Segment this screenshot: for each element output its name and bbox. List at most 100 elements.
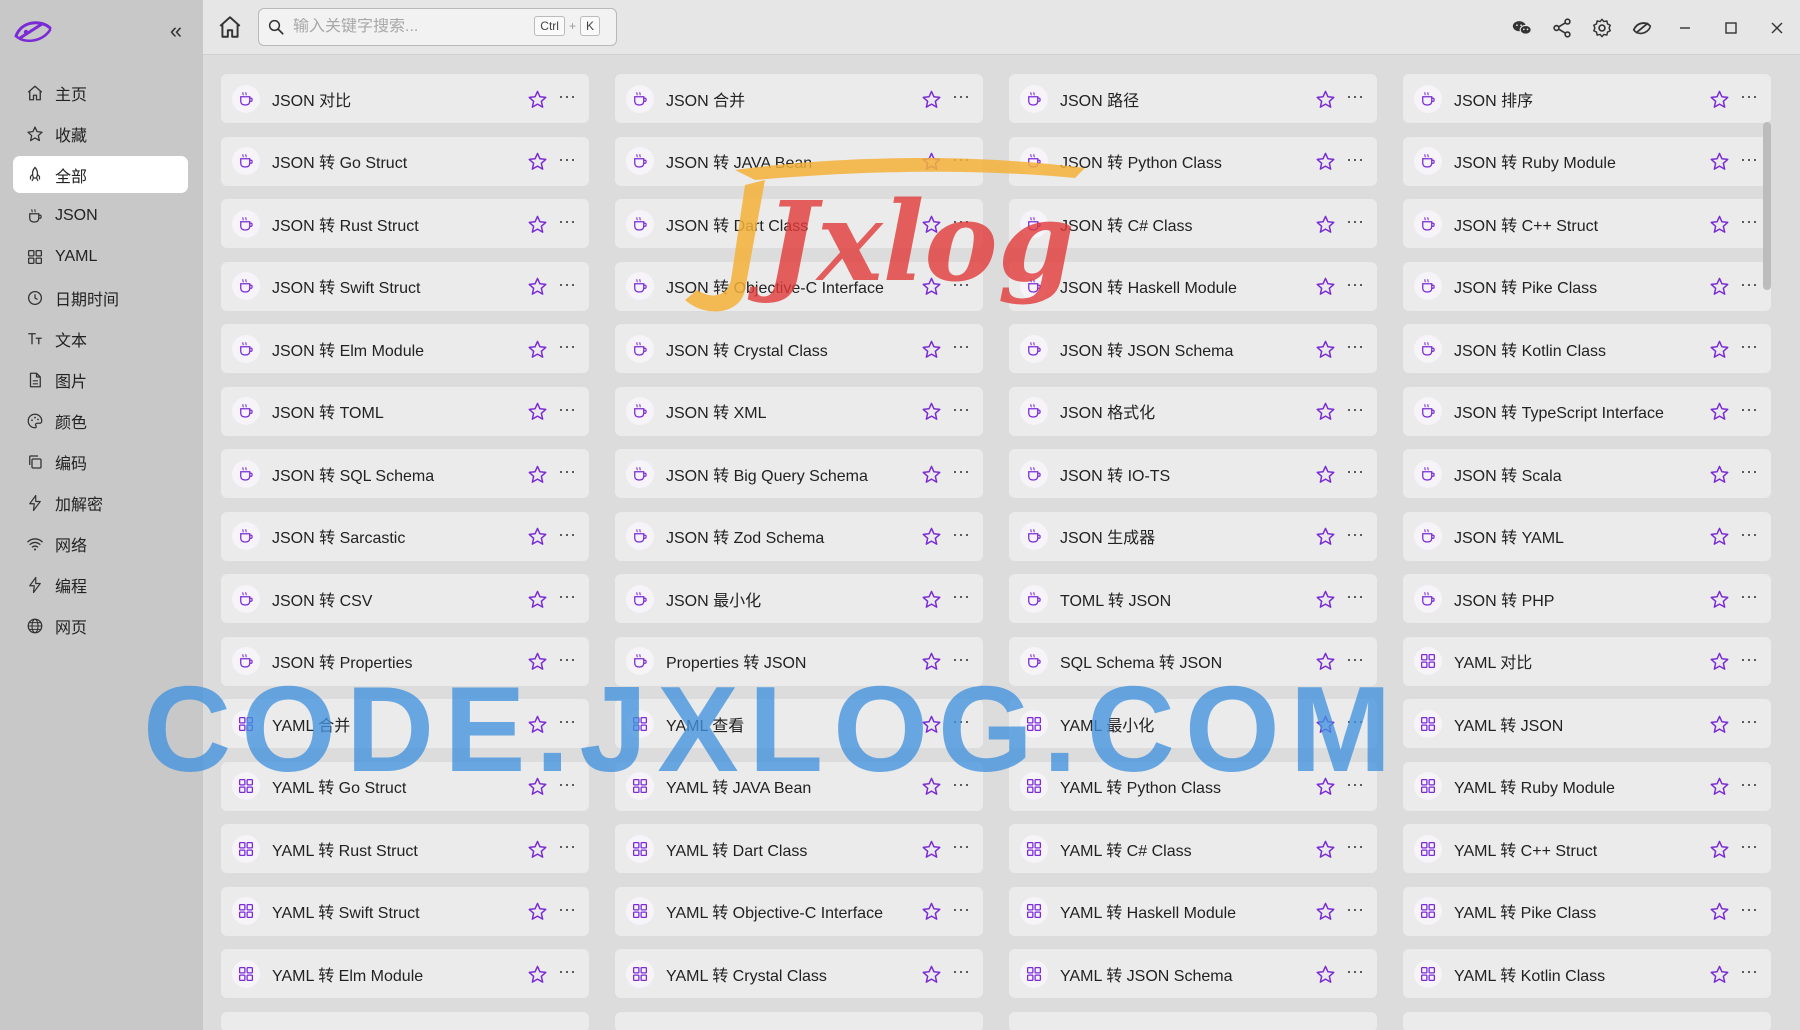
star-icon[interactable]: [1313, 525, 1337, 549]
star-icon[interactable]: [1313, 837, 1337, 861]
more-options-button[interactable]: ···: [1737, 649, 1761, 673]
sidebar-item-3[interactable]: JSON: [13, 197, 188, 234]
tool-card[interactable]: YAML 转 JSON ···: [1403, 699, 1771, 748]
more-options-button[interactable]: ···: [949, 149, 973, 173]
more-options-button[interactable]: ···: [555, 86, 579, 110]
more-options-button[interactable]: ···: [949, 836, 973, 860]
star-icon[interactable]: [1707, 400, 1731, 424]
star-icon[interactable]: [1707, 962, 1731, 986]
star-icon[interactable]: [1707, 775, 1731, 799]
star-icon[interactable]: [525, 400, 549, 424]
more-options-button[interactable]: ···: [1737, 336, 1761, 360]
star-icon[interactable]: [1313, 212, 1337, 236]
tool-card[interactable]: YAML 转 C# Class ···: [1009, 824, 1377, 873]
tool-card[interactable]: JSON 排序 ···: [1403, 74, 1771, 123]
more-options-button[interactable]: ···: [1343, 711, 1367, 735]
tool-card[interactable]: JSON 转 Pike Class ···: [1403, 261, 1771, 311]
tool-card[interactable]: JSON 转 CSV ···: [221, 574, 589, 623]
sidebar-item-4[interactable]: YAML: [13, 238, 188, 275]
more-options-button[interactable]: ···: [1343, 649, 1367, 673]
star-icon[interactable]: [1707, 462, 1731, 486]
chevrons-left-icon[interactable]: «: [164, 18, 188, 44]
tool-card[interactable]: YAML 转 Haskell Module ···: [1009, 886, 1377, 936]
more-options-button[interactable]: ···: [949, 649, 973, 673]
tool-card[interactable]: JSON 最小化 ···: [615, 574, 983, 623]
sidebar-item-2[interactable]: 全部: [13, 156, 188, 193]
more-options-button[interactable]: ···: [949, 336, 973, 360]
more-options-button[interactable]: ···: [1343, 149, 1367, 173]
tool-card[interactable]: YAML 转 Kotlin Class ···: [1403, 949, 1771, 998]
tool-card[interactable]: JSON 合并 ···: [615, 74, 983, 123]
more-options-button[interactable]: ···: [1343, 211, 1367, 235]
sidebar-item-1[interactable]: 收藏: [13, 115, 188, 152]
more-options-button[interactable]: ···: [555, 649, 579, 673]
more-options-button[interactable]: ···: [1737, 774, 1761, 798]
star-icon[interactable]: [919, 587, 943, 611]
more-options-button[interactable]: ···: [949, 899, 973, 923]
minimize-icon[interactable]: [1662, 8, 1708, 48]
tool-card[interactable]: JSON 生成器 ···: [1009, 511, 1377, 561]
tool-card[interactable]: JSON 转 Kotlin Class ···: [1403, 324, 1771, 373]
star-icon[interactable]: [1313, 337, 1337, 361]
more-options-button[interactable]: ···: [949, 774, 973, 798]
star-icon[interactable]: [525, 275, 549, 299]
tool-card[interactable]: JSON 转 Zod Schema ···: [615, 511, 983, 561]
tool-card[interactable]: YAML 转 Pike Class ···: [1403, 886, 1771, 936]
tool-card[interactable]: YAML 转 Go Struct ···: [221, 761, 589, 811]
more-options-button[interactable]: ···: [555, 961, 579, 985]
more-options-button[interactable]: ···: [949, 586, 973, 610]
home-icon[interactable]: [217, 14, 243, 40]
star-icon[interactable]: [919, 525, 943, 549]
star-icon[interactable]: [525, 712, 549, 736]
tool-card[interactable]: YAML 合并 ···: [221, 699, 589, 748]
star-icon[interactable]: [525, 775, 549, 799]
star-icon[interactable]: [919, 650, 943, 674]
tool-card[interactable]: YAML 转 Dart Class ···: [615, 824, 983, 873]
close-icon[interactable]: [1754, 8, 1800, 48]
tool-card[interactable]: YAML 转 Rust Struct ···: [221, 824, 589, 873]
tool-card[interactable]: YAML 转 Ruby Module ···: [1403, 761, 1771, 811]
tool-card[interactable]: YAML 转 Objective-C Interface ···: [615, 886, 983, 936]
more-options-button[interactable]: ···: [1343, 774, 1367, 798]
more-options-button[interactable]: ···: [1737, 711, 1761, 735]
tool-card[interactable]: JSON 转 SQL Schema ···: [221, 449, 589, 498]
tool-card[interactable]: JSON 转 C# Class ···: [1009, 199, 1377, 248]
sidebar-item-13[interactable]: 网页: [13, 607, 188, 644]
more-options-button[interactable]: ···: [1737, 274, 1761, 298]
more-options-button[interactable]: ···: [1343, 274, 1367, 298]
tool-card[interactable]: JSON 转 Haskell Module ···: [1009, 261, 1377, 311]
star-icon[interactable]: [1313, 712, 1337, 736]
star-icon[interactable]: [525, 837, 549, 861]
more-options-button[interactable]: ···: [1737, 899, 1761, 923]
star-icon[interactable]: [919, 775, 943, 799]
star-icon[interactable]: [919, 712, 943, 736]
star-icon[interactable]: [1313, 275, 1337, 299]
tool-card[interactable]: JSON 转 Sarcastic ···: [221, 511, 589, 561]
tool-card[interactable]: JSON 转 Crystal Class ···: [615, 324, 983, 373]
star-icon[interactable]: [1313, 587, 1337, 611]
tool-card[interactable]: JSON 转 C++ Struct ···: [1403, 199, 1771, 248]
tool-card[interactable]: JSON 转 Ruby Module ···: [1403, 136, 1771, 186]
star-icon[interactable]: [1707, 712, 1731, 736]
tool-card[interactable]: YAML 转 JSON Schema ···: [1009, 949, 1377, 998]
more-options-button[interactable]: ···: [1343, 524, 1367, 548]
more-options-button[interactable]: ···: [555, 836, 579, 860]
more-options-button[interactable]: ···: [555, 336, 579, 360]
tool-card[interactable]: JSON 转 Elm Module ···: [221, 324, 589, 373]
tool-card[interactable]: YAML 转 Python Class ···: [1009, 761, 1377, 811]
star-icon[interactable]: [525, 900, 549, 924]
tool-card[interactable]: [615, 1011, 983, 1030]
star-icon[interactable]: [1707, 837, 1731, 861]
tool-card[interactable]: YAML 转 Crystal Class ···: [615, 949, 983, 998]
more-options-button[interactable]: ···: [555, 774, 579, 798]
star-icon[interactable]: [1313, 962, 1337, 986]
more-options-button[interactable]: ···: [555, 211, 579, 235]
more-options-button[interactable]: ···: [1737, 149, 1761, 173]
star-icon[interactable]: [1707, 337, 1731, 361]
rocket-icon[interactable]: [1622, 8, 1662, 48]
star-icon[interactable]: [919, 87, 943, 111]
star-icon[interactable]: [1707, 212, 1731, 236]
tool-card[interactable]: Properties 转 JSON ···: [615, 636, 983, 686]
more-options-button[interactable]: ···: [1343, 461, 1367, 485]
more-options-button[interactable]: ···: [1343, 586, 1367, 610]
